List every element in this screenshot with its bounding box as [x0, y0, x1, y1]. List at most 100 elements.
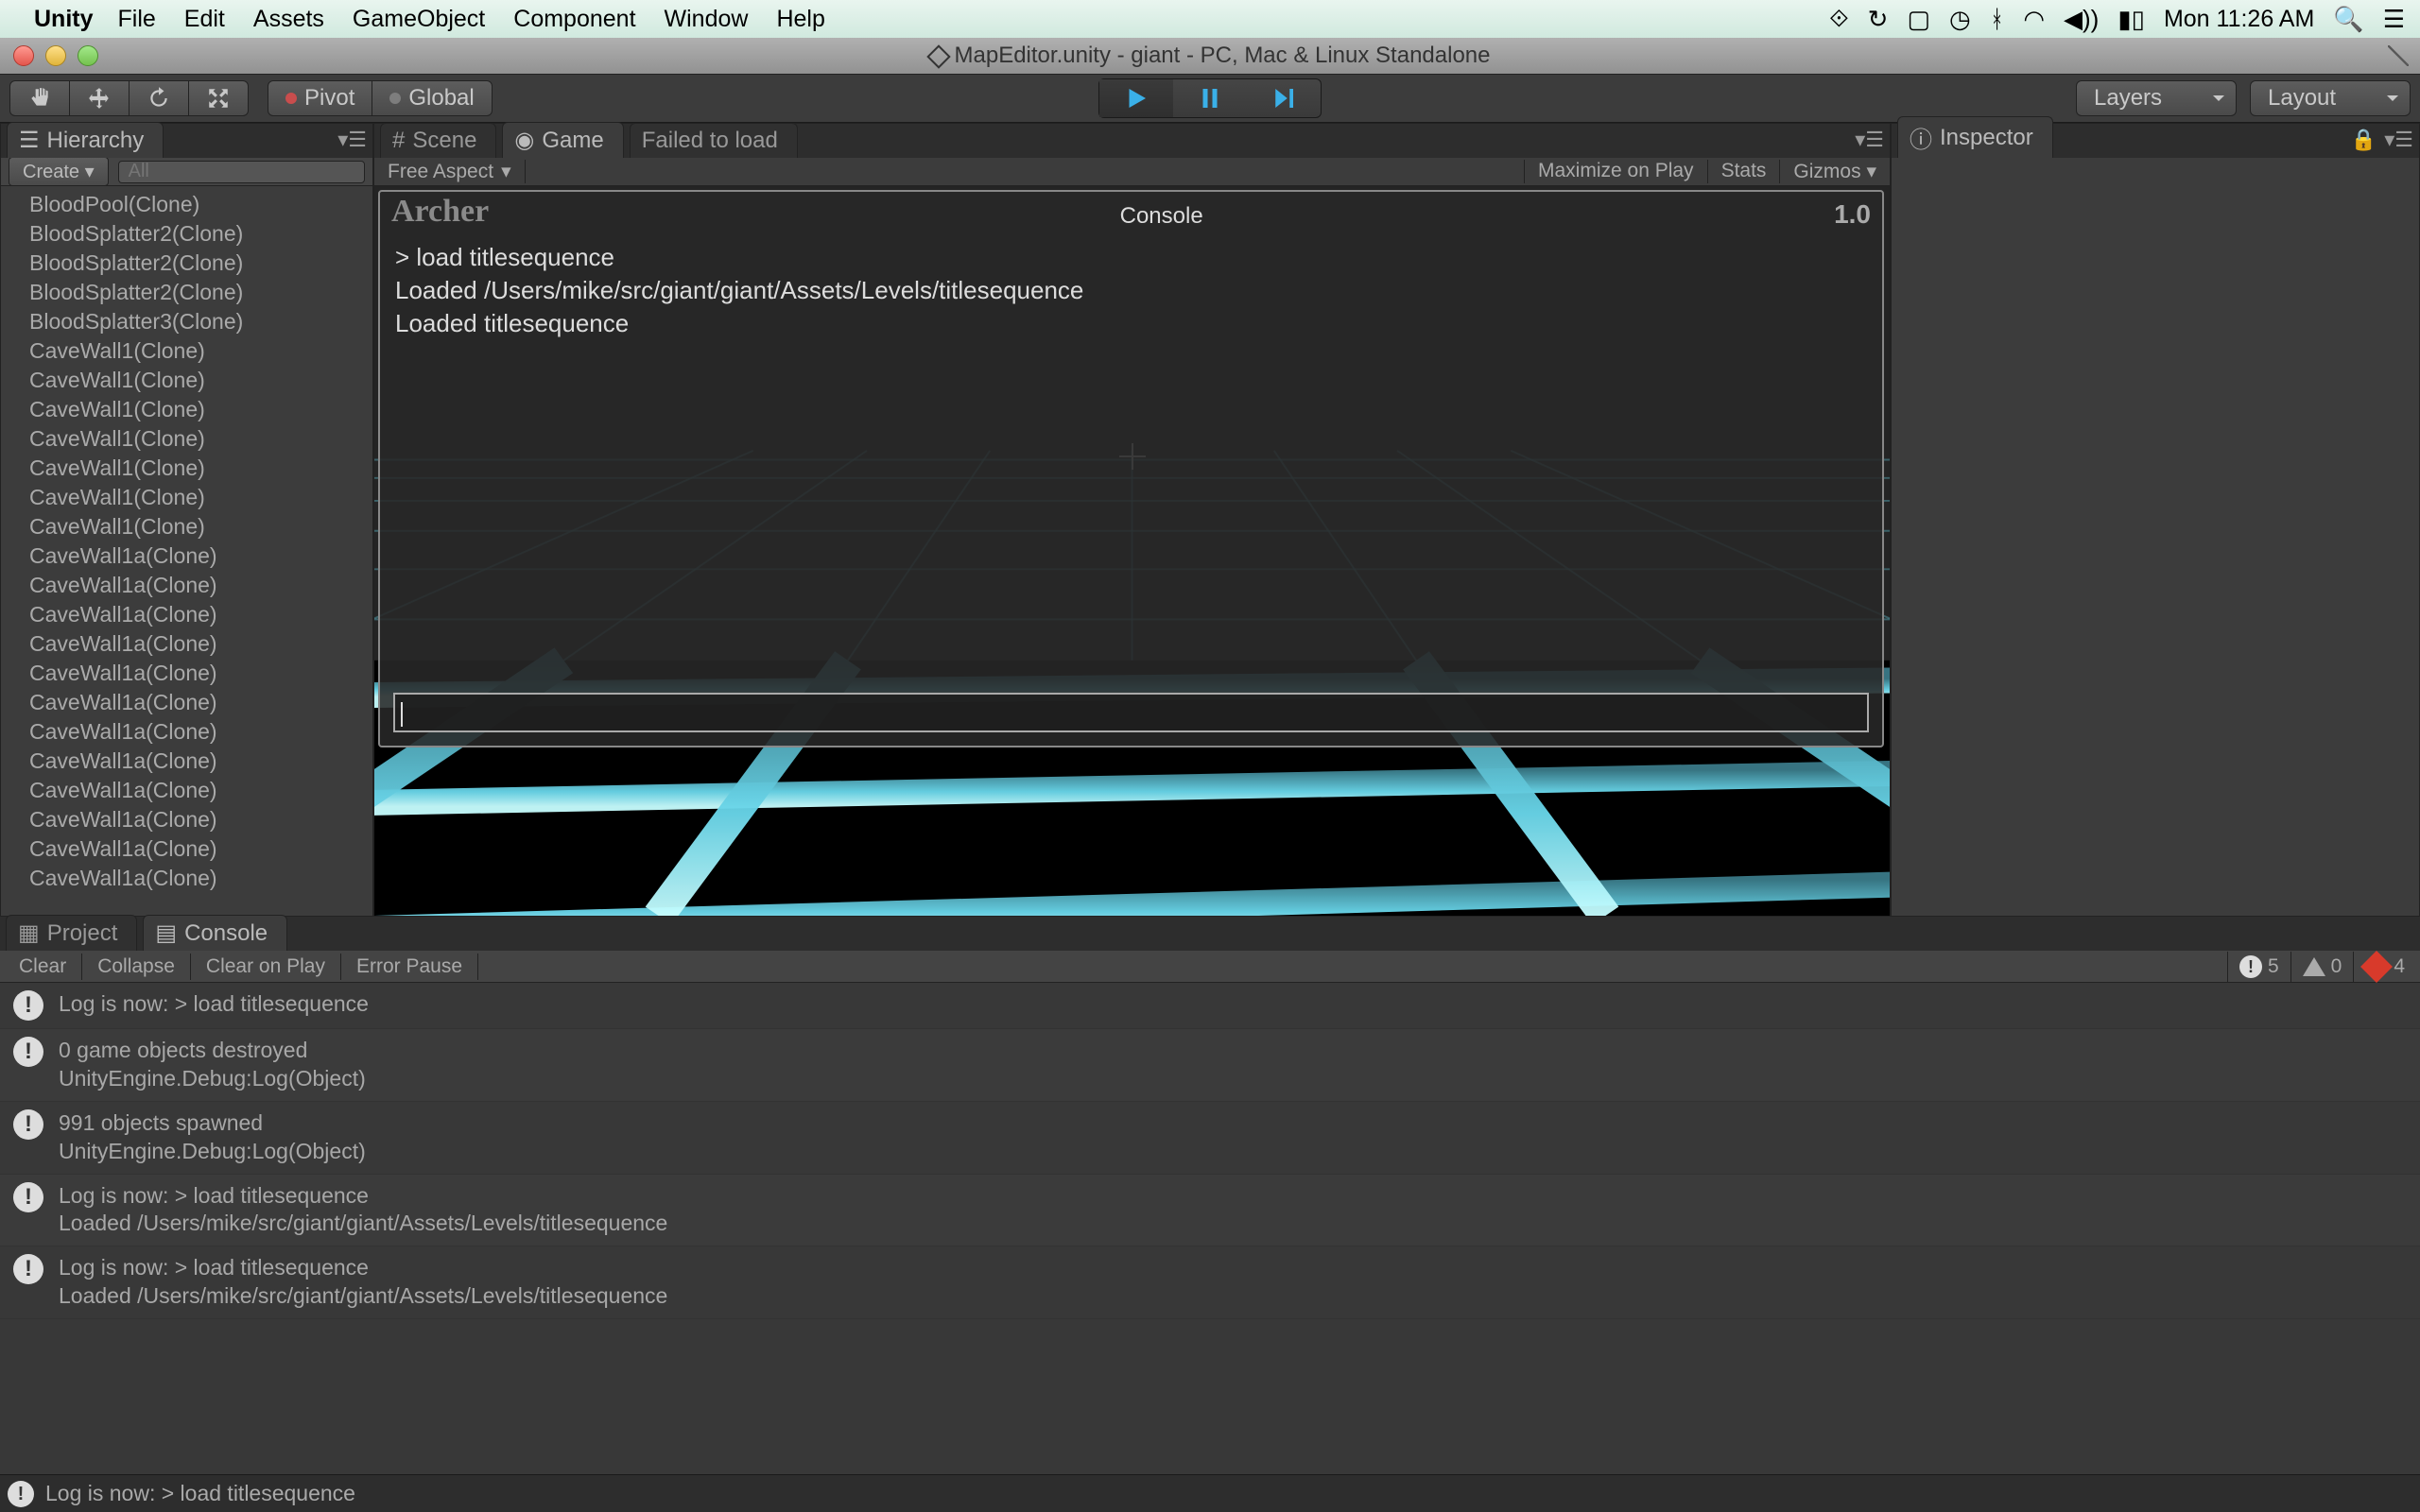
create-button[interactable]: Create ▾ — [9, 157, 109, 186]
global-toggle[interactable]: Global — [372, 80, 492, 116]
hierarchy-item[interactable]: CaveWall1a(Clone) — [1, 659, 372, 688]
hierarchy-item[interactable]: CaveWall1a(Clone) — [1, 717, 372, 747]
hierarchy-item[interactable]: CaveWall1a(Clone) — [1, 629, 372, 659]
game-tab[interactable]: ◉ Game — [502, 122, 623, 158]
menubar-app[interactable]: Unity — [34, 6, 94, 33]
clear-on-play-toggle[interactable]: Clear on Play — [191, 954, 341, 980]
layers-dropdown[interactable]: Layers — [2076, 80, 2237, 116]
console-log: > load titlesequenceLoaded /Users/mike/s… — [380, 232, 1882, 350]
menu-window[interactable]: Window — [665, 6, 749, 33]
scene-tab[interactable]: # Scene — [380, 123, 496, 158]
status-bar: ! Log is now: > load titlesequence — [0, 1474, 2420, 1512]
play-button[interactable] — [1099, 79, 1173, 117]
wifi-icon[interactable]: ◠ — [2023, 5, 2045, 34]
console-tab[interactable]: ▤ Console — [143, 915, 287, 951]
minimize-window-button[interactable] — [45, 45, 66, 66]
menu-file[interactable]: File — [118, 6, 156, 33]
hierarchy-item[interactable]: CaveWall1a(Clone) — [1, 571, 372, 600]
pause-button[interactable] — [1173, 79, 1247, 117]
hierarchy-item[interactable]: CaveWall1a(Clone) — [1, 805, 372, 834]
fullscreen-button[interactable] — [2388, 45, 2409, 66]
sync-icon[interactable]: ↻ — [1868, 5, 1889, 34]
project-tab[interactable]: ▦ Project — [6, 915, 137, 951]
hierarchy-item[interactable]: BloodPool(Clone) — [1, 190, 372, 219]
dropbox-icon[interactable]: ⟐ — [1829, 4, 1849, 34]
menu-assets[interactable]: Assets — [253, 6, 324, 33]
hierarchy-item[interactable]: CaveWall1a(Clone) — [1, 776, 372, 805]
spotlight-icon[interactable]: 🔍 — [2333, 5, 2363, 34]
maximize-on-play-toggle[interactable]: Maximize on Play — [1524, 160, 1707, 183]
bluetooth-icon[interactable]: ᚼ — [1990, 5, 2005, 34]
panel-menu-icon[interactable]: ▾☰ — [2384, 128, 2413, 152]
timemachine-icon[interactable]: ◷ — [1949, 5, 1971, 34]
console-version: 1.0 — [1834, 199, 1871, 230]
console-entry[interactable]: !0 game objects destroyedUnityEngine.Deb… — [0, 1029, 2420, 1102]
info-icon: ! — [8, 1481, 34, 1507]
step-button[interactable] — [1247, 79, 1321, 117]
airplay-icon[interactable]: ▢ — [1907, 5, 1930, 34]
game-view[interactable]: Archer Console 1.0 > load titlesequenceL… — [374, 186, 1890, 916]
hierarchy-item[interactable]: CaveWall1(Clone) — [1, 512, 372, 541]
console-entries[interactable]: !Log is now: > load titlesequence!0 game… — [0, 983, 2420, 1474]
info-icon: ! — [13, 1109, 43, 1140]
layout-dropdown[interactable]: Layout — [2250, 80, 2411, 116]
info-filter[interactable]: !5 — [2227, 952, 2290, 982]
hierarchy-list[interactable]: BloodPool(Clone)BloodSplatter2(Clone)Blo… — [1, 186, 372, 916]
console-input[interactable] — [393, 693, 1869, 732]
status-text: Log is now: > load titlesequence — [45, 1481, 355, 1506]
menu-help[interactable]: Help — [776, 6, 824, 33]
hierarchy-item[interactable]: CaveWall1a(Clone) — [1, 864, 372, 893]
close-window-button[interactable] — [13, 45, 34, 66]
hierarchy-item[interactable]: CaveWall1a(Clone) — [1, 834, 372, 864]
warn-filter[interactable]: 0 — [2290, 952, 2354, 982]
scale-tool-button[interactable] — [189, 80, 249, 116]
volume-icon[interactable]: ◀)) — [2064, 5, 2099, 34]
error-pause-toggle[interactable]: Error Pause — [341, 954, 478, 980]
error-filter[interactable]: 4 — [2353, 952, 2416, 982]
rotate-tool-button[interactable] — [130, 80, 189, 116]
hierarchy-item[interactable]: CaveWall1(Clone) — [1, 366, 372, 395]
hierarchy-panel: ☰ Hierarchy ▾☰ Create ▾ BloodPool(Clone)… — [0, 123, 373, 917]
notification-icon[interactable]: ☰ — [2383, 5, 2405, 34]
hierarchy-item[interactable]: CaveWall1a(Clone) — [1, 747, 372, 776]
menu-component[interactable]: Component — [513, 6, 635, 33]
move-tool-button[interactable] — [70, 80, 130, 116]
zoom-window-button[interactable] — [78, 45, 98, 66]
hierarchy-item[interactable]: CaveWall1a(Clone) — [1, 688, 372, 717]
hierarchy-item[interactable]: CaveWall1(Clone) — [1, 454, 372, 483]
collapse-toggle[interactable]: Collapse — [82, 954, 191, 980]
clear-button[interactable]: Clear — [4, 954, 82, 980]
hand-tool-button[interactable] — [9, 80, 70, 116]
hierarchy-item[interactable]: CaveWall1a(Clone) — [1, 541, 372, 571]
hierarchy-item[interactable]: BloodSplatter3(Clone) — [1, 307, 372, 336]
inspector-tab[interactable]: ⓘ Inspector — [1897, 116, 2053, 158]
failed-tab[interactable]: Failed to load — [630, 123, 798, 158]
aspect-dropdown[interactable]: Free Aspect ▾ — [374, 160, 526, 183]
hierarchy-item[interactable]: BloodSplatter2(Clone) — [1, 219, 372, 249]
hierarchy-tab[interactable]: ☰ Hierarchy — [7, 122, 164, 158]
menu-edit[interactable]: Edit — [184, 6, 225, 33]
menu-gameobject[interactable]: GameObject — [353, 6, 485, 33]
console-entry[interactable]: !Log is now: > load titlesequence — [0, 983, 2420, 1029]
lock-icon[interactable]: 🔒 — [2351, 128, 2377, 152]
console-entry[interactable]: !991 objects spawnedUnityEngine.Debug:Lo… — [0, 1102, 2420, 1175]
console-entry[interactable]: !Log is now: > load titlesequenceLoaded … — [0, 1246, 2420, 1319]
battery-icon[interactable]: ▮▯ — [2118, 5, 2145, 34]
hierarchy-search[interactable] — [118, 161, 365, 183]
console-entry[interactable]: !Log is now: > load titlesequenceLoaded … — [0, 1175, 2420, 1247]
hierarchy-item[interactable]: BloodSplatter2(Clone) — [1, 249, 372, 278]
stats-toggle[interactable]: Stats — [1707, 160, 1780, 183]
hierarchy-item[interactable]: CaveWall1(Clone) — [1, 395, 372, 424]
panel-menu-icon[interactable]: ▾☰ — [337, 128, 367, 152]
hierarchy-item[interactable]: CaveWall1(Clone) — [1, 336, 372, 366]
panel-menu-icon[interactable]: ▾☰ — [1855, 128, 1884, 152]
pivot-toggle[interactable]: Pivot — [268, 80, 372, 116]
info-icon: ! — [13, 990, 43, 1021]
gizmos-toggle[interactable]: Gizmos ▾ — [1779, 160, 1890, 183]
hierarchy-item[interactable]: CaveWall1(Clone) — [1, 424, 372, 454]
hierarchy-item[interactable]: BloodSplatter2(Clone) — [1, 278, 372, 307]
clock[interactable]: Mon 11:26 AM — [2164, 6, 2314, 33]
hierarchy-item[interactable]: CaveWall1(Clone) — [1, 483, 372, 512]
hierarchy-item[interactable]: CaveWall1a(Clone) — [1, 600, 372, 629]
warn-icon — [2303, 946, 2325, 976]
